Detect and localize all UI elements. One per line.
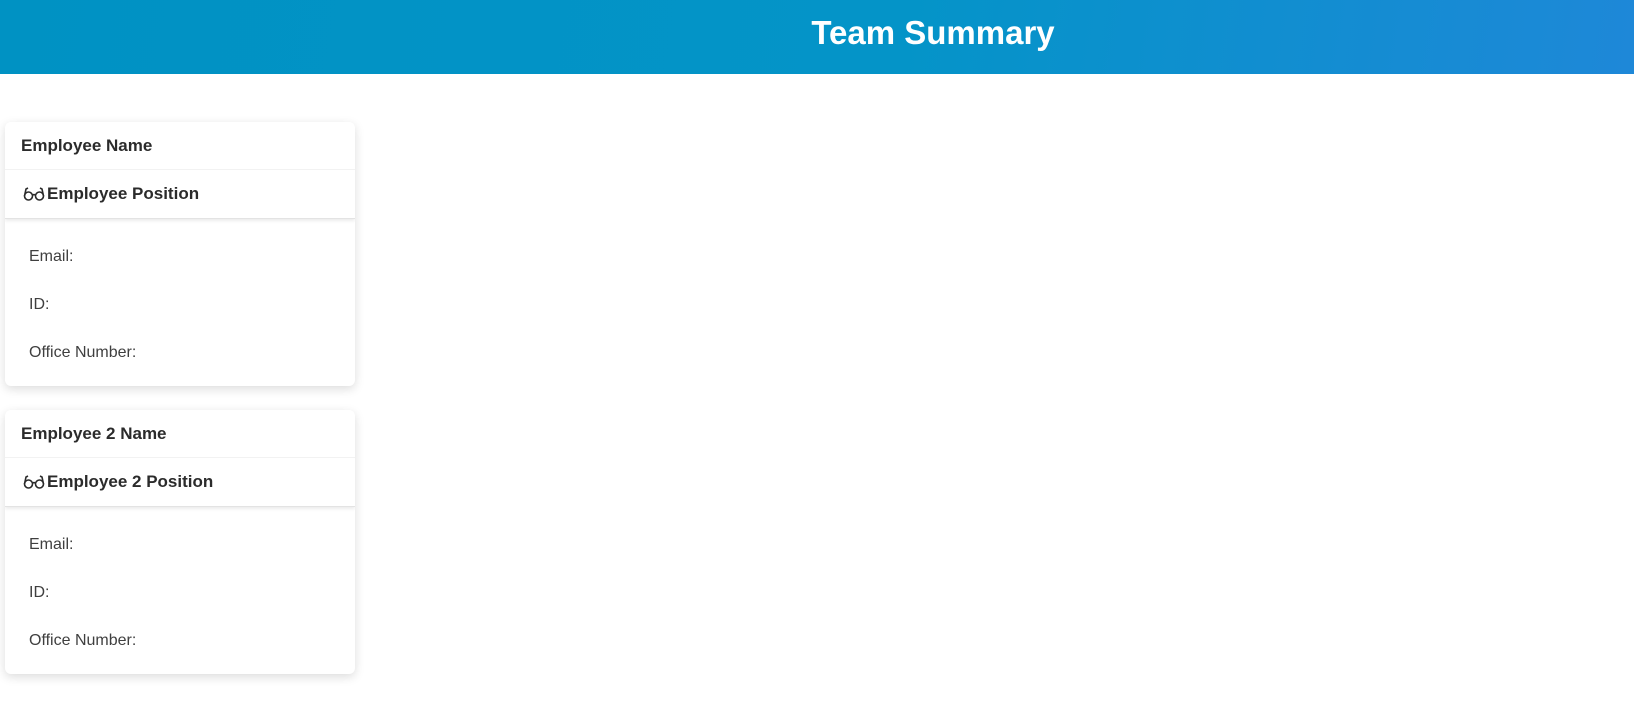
glasses-icon <box>23 186 45 202</box>
page-title: Team Summary <box>811 14 1055 51</box>
id-label: ID: <box>29 296 50 313</box>
office-number-label: Office Number: <box>29 632 137 649</box>
glasses-icon <box>23 474 45 490</box>
email-label: Email: <box>29 536 74 553</box>
page-banner: Team Summary <box>0 0 1634 74</box>
employee-card-header: Employee Name Employee Position <box>5 122 355 219</box>
employee-card-header: Employee 2 Name Employee 2 Position <box>5 410 355 507</box>
employee-name: Employee Name <box>5 122 355 170</box>
employee-position: Employee Position <box>47 184 200 203</box>
employee-position-row: Employee Position <box>5 170 355 218</box>
employee-card: Employee Name Employee Position Email: I… <box>5 122 355 386</box>
employee-details: Email: ID: Office Number: <box>5 219 355 377</box>
id-label: ID: <box>29 584 50 601</box>
email-label: Email: <box>29 248 74 265</box>
employee-name: Employee 2 Name <box>5 410 355 458</box>
employee-position-row: Employee 2 Position <box>5 458 355 506</box>
employee-details: Email: ID: Office Number: <box>5 507 355 665</box>
office-number-label: Office Number: <box>29 344 137 361</box>
employee-position: Employee 2 Position <box>47 472 214 491</box>
employee-card: Employee 2 Name Employee 2 Position Emai… <box>5 410 355 674</box>
